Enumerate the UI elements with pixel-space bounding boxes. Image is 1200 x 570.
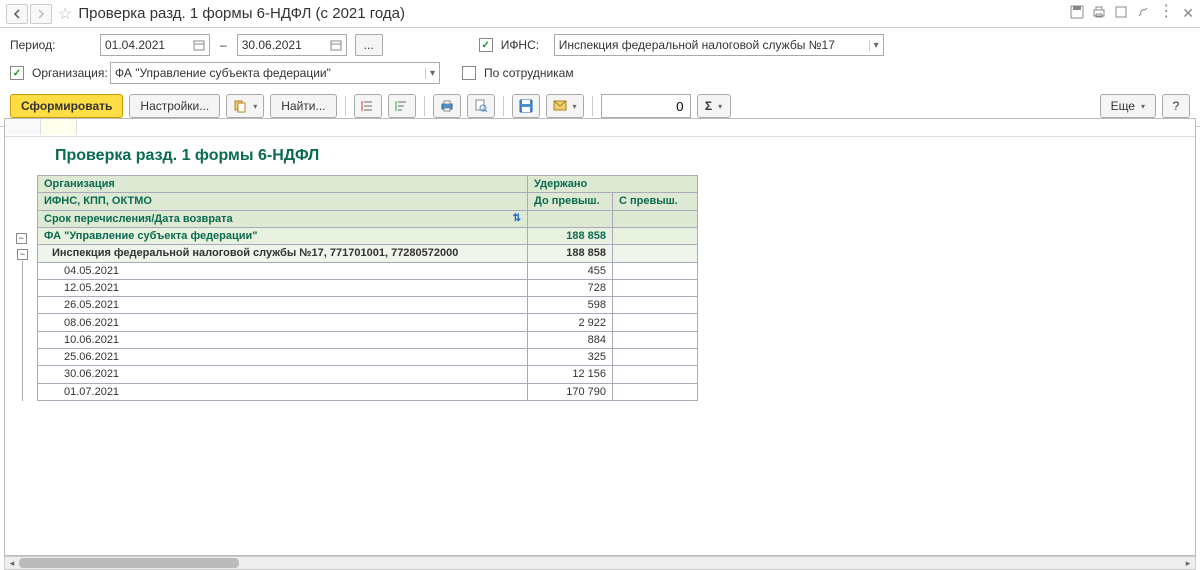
settings-button[interactable]: Настройки... xyxy=(129,94,220,118)
subgroup-row[interactable]: Инспекция федеральной налоговой службы №… xyxy=(38,245,698,262)
save-icon[interactable] xyxy=(1070,5,1084,22)
ifns-checkbox[interactable] xyxy=(479,38,493,52)
ifns-value: Инспекция федеральной налоговой службы №… xyxy=(559,38,865,52)
print-button[interactable] xyxy=(433,94,461,118)
arrow-left-icon xyxy=(12,9,22,19)
generate-button[interactable]: Сформировать xyxy=(10,94,123,118)
sigma-icon: Σ xyxy=(705,99,712,113)
chevron-down-icon: ▾ xyxy=(718,102,722,111)
copy-button[interactable]: ▾ xyxy=(226,94,264,118)
table-row[interactable]: 25.06.2021325 xyxy=(38,349,698,366)
sort-asc-icon: ⇅ xyxy=(513,213,521,224)
mail-icon xyxy=(553,100,567,112)
table-row[interactable]: 08.06.20212 922 xyxy=(38,314,698,331)
calendar-icon[interactable] xyxy=(193,39,205,51)
chevron-down-icon: ▾ xyxy=(425,68,435,79)
horizontal-scrollbar[interactable]: ◂ ▸ xyxy=(4,556,1196,570)
close-icon[interactable]: ✕ xyxy=(1182,5,1194,22)
date-to-value: 30.06.2021 xyxy=(242,38,302,52)
header-ifns: ИФНС, КПП, ОКТМО xyxy=(38,193,528,210)
sum-button[interactable]: Σ ▾ xyxy=(697,94,731,118)
org-value: ФА "Управление субъекта федерации" xyxy=(115,66,421,80)
preview-icon xyxy=(474,99,488,113)
help-button[interactable]: ? xyxy=(1162,94,1190,118)
org-dropdown[interactable]: ФА "Управление субъекта федерации" ▾ xyxy=(110,62,440,84)
table-row[interactable]: 12.05.2021728 xyxy=(38,279,698,296)
find-button[interactable]: Найти... xyxy=(270,94,336,118)
table-row[interactable]: 04.05.2021455 xyxy=(38,262,698,279)
ruler xyxy=(5,119,1195,137)
email-button[interactable]: ▾ xyxy=(546,94,584,118)
ifns-dropdown[interactable]: Инспекция федеральной налоговой службы №… xyxy=(554,34,884,56)
date-from-value: 01.04.2021 xyxy=(105,38,165,52)
date-separator: – xyxy=(220,38,227,52)
page-title: Проверка разд. 1 формы 6-НДФЛ (с 2021 го… xyxy=(78,5,1070,22)
expand-tree-icon xyxy=(361,99,375,113)
header-transfer-date[interactable]: Срок перечисления/Дата возврата ⇅ xyxy=(38,210,528,227)
table-row[interactable]: 10.06.2021884 xyxy=(38,331,698,348)
calendar-icon[interactable] xyxy=(330,39,342,51)
arrow-right-icon xyxy=(36,9,46,19)
period-picker-button[interactable]: ... xyxy=(355,34,383,56)
ifns-label: ИФНС: xyxy=(501,38,546,52)
header-org: Организация xyxy=(38,176,528,193)
print-icon xyxy=(440,99,454,113)
print-icon[interactable] xyxy=(1092,5,1106,22)
collapse-group-button[interactable]: − xyxy=(16,233,27,244)
scroll-right-icon[interactable]: ▸ xyxy=(1181,557,1195,569)
collapse-tree-icon xyxy=(395,99,409,113)
chevron-down-icon: ▾ xyxy=(869,40,879,51)
floppy-icon xyxy=(519,99,533,113)
org-checkbox[interactable] xyxy=(10,66,24,80)
header-withheld: Удержано xyxy=(528,176,698,193)
window-icon[interactable] xyxy=(1114,5,1128,22)
org-label: Организация: xyxy=(32,66,102,80)
chevron-down-icon: ▾ xyxy=(573,102,577,111)
date-to-input[interactable]: 30.06.2021 xyxy=(237,34,347,56)
link-icon[interactable] xyxy=(1136,5,1150,22)
nav-back-button[interactable] xyxy=(6,4,28,24)
expand-all-button[interactable] xyxy=(354,94,382,118)
favorite-star-icon[interactable]: ☆ xyxy=(58,4,72,24)
period-label: Период: xyxy=(10,38,92,52)
report-title: Проверка разд. 1 формы 6-НДФЛ xyxy=(5,137,1195,175)
chevron-down-icon: ▾ xyxy=(253,102,257,111)
scroll-left-icon[interactable]: ◂ xyxy=(5,557,19,569)
table-row[interactable]: 30.06.202112 156 xyxy=(38,366,698,383)
collapse-subgroup-button[interactable]: − xyxy=(17,249,28,260)
more-button[interactable]: Еще ▾ xyxy=(1100,94,1156,118)
number-input[interactable] xyxy=(601,94,691,118)
save-file-button[interactable] xyxy=(512,94,540,118)
chevron-down-icon: ▾ xyxy=(1141,102,1145,111)
by-employees-label: По сотрудникам xyxy=(484,66,574,80)
copy-icon xyxy=(233,99,247,113)
collapse-all-button[interactable] xyxy=(388,94,416,118)
header-before-excess: До превыш. xyxy=(528,193,613,210)
date-from-input[interactable]: 01.04.2021 xyxy=(100,34,210,56)
header-with-excess: С превыш. xyxy=(613,193,698,210)
by-employees-checkbox[interactable] xyxy=(462,66,476,80)
scrollbar-thumb[interactable] xyxy=(19,558,239,568)
preview-button[interactable] xyxy=(467,94,495,118)
nav-forward-button[interactable] xyxy=(30,4,52,24)
report-area[interactable]: Проверка разд. 1 формы 6-НДФЛ − − Органи… xyxy=(4,118,1196,556)
more-menu-icon[interactable]: ⋮ xyxy=(1158,5,1174,22)
table-row[interactable]: 26.05.2021598 xyxy=(38,297,698,314)
group-row[interactable]: ФА "Управление субъекта федерации" 188 8… xyxy=(38,227,698,244)
table-row[interactable]: 01.07.2021170 790 xyxy=(38,383,698,400)
report-table: Организация Удержано ИФНС, КПП, ОКТМО До… xyxy=(37,175,698,401)
